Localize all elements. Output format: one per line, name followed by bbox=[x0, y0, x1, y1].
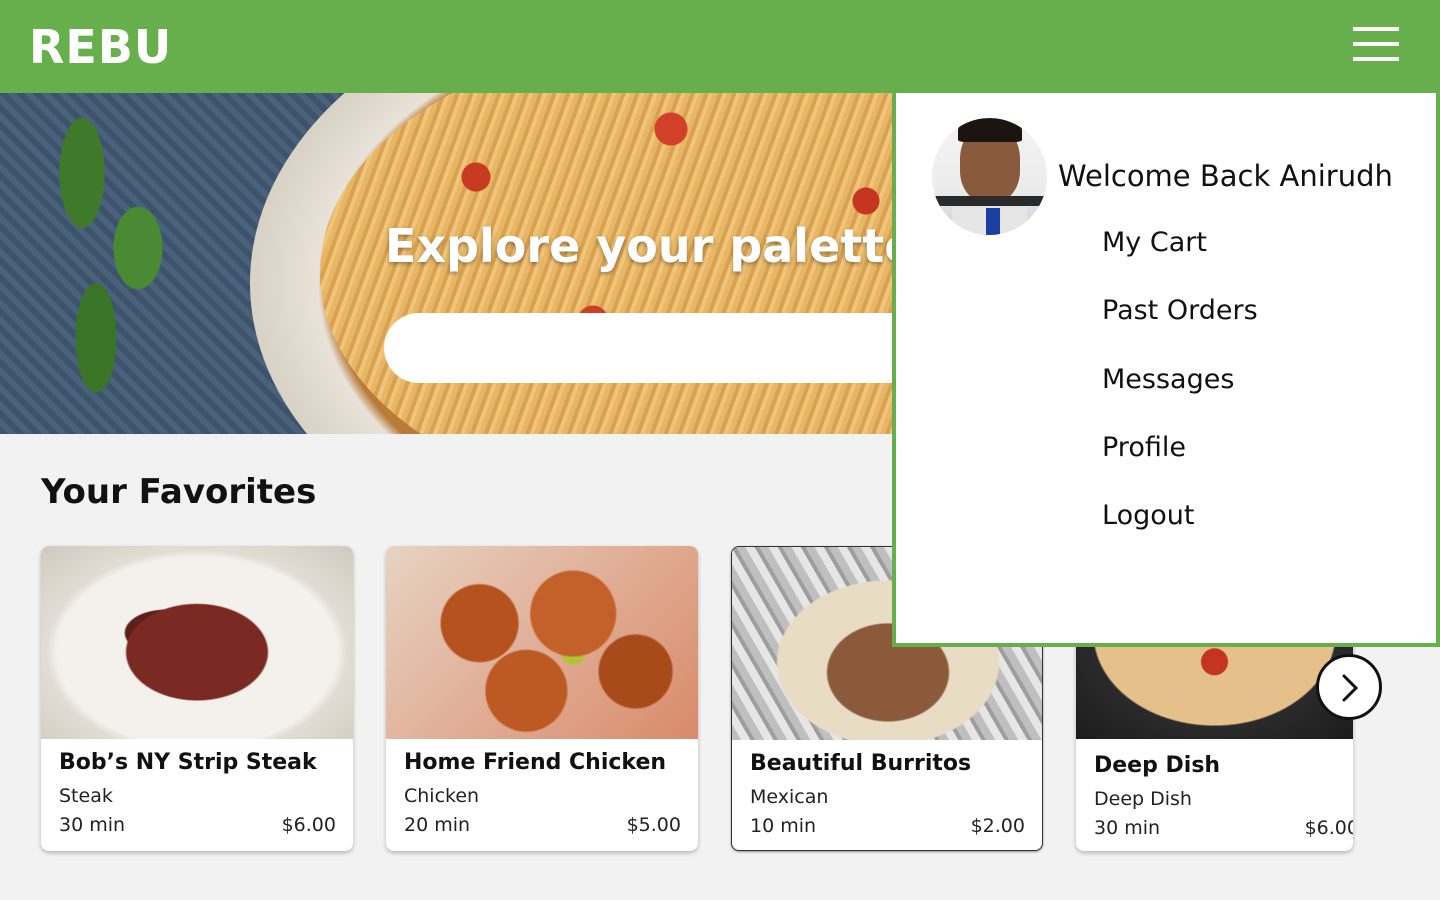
card-category: Chicken bbox=[404, 785, 480, 807]
card-price: $6.00 bbox=[281, 814, 336, 836]
card-name: Beautiful Burritos bbox=[750, 751, 972, 776]
avatar-bar bbox=[932, 196, 1047, 206]
card-price: $6.00 bbox=[1304, 817, 1353, 839]
avatar-hair bbox=[958, 118, 1022, 142]
menu-item-profile[interactable]: Profile bbox=[1102, 432, 1186, 463]
hamburger-line bbox=[1353, 42, 1399, 46]
card-price: $5.00 bbox=[626, 814, 681, 836]
card-time: 10 min bbox=[750, 815, 817, 837]
next-button[interactable] bbox=[1316, 654, 1382, 720]
favorite-card[interactable]: Home Friend Chicken Chicken 20 min $5.00 bbox=[386, 546, 698, 851]
chevron-right-icon bbox=[1342, 674, 1359, 702]
logo[interactable]: REBU bbox=[29, 20, 172, 74]
welcome-text: Welcome Back Anirudh bbox=[1058, 159, 1393, 193]
menu-item-past-orders[interactable]: Past Orders bbox=[1102, 295, 1258, 326]
food-image bbox=[386, 546, 698, 739]
card-name: Bob’s NY Strip Steak bbox=[59, 750, 317, 775]
card-price: $2.00 bbox=[970, 815, 1025, 837]
avatar[interactable] bbox=[932, 118, 1047, 235]
card-category: Mexican bbox=[750, 786, 829, 808]
menu-item-logout[interactable]: Logout bbox=[1102, 500, 1194, 531]
card-name: Home Friend Chicken bbox=[404, 750, 667, 775]
menu-item-messages[interactable]: Messages bbox=[1102, 364, 1234, 395]
user-menu: Welcome Back Anirudh My Cart Past Orders… bbox=[892, 93, 1440, 647]
avatar-tie bbox=[986, 208, 1000, 235]
app-header: REBU bbox=[0, 0, 1440, 93]
hero-image-herb bbox=[40, 113, 180, 413]
menu-item-my-cart[interactable]: My Cart bbox=[1102, 227, 1207, 258]
card-time: 30 min bbox=[59, 814, 126, 836]
food-image bbox=[41, 546, 353, 739]
hero-title: Explore your palette bbox=[385, 219, 916, 273]
hamburger-line bbox=[1353, 27, 1399, 31]
card-name: Deep Dish bbox=[1094, 753, 1221, 778]
card-time: 30 min bbox=[1094, 817, 1161, 839]
card-category: Deep Dish bbox=[1094, 788, 1192, 810]
card-time: 20 min bbox=[404, 814, 471, 836]
hamburger-line bbox=[1353, 57, 1399, 61]
hamburger-icon[interactable] bbox=[1353, 27, 1399, 61]
card-category: Steak bbox=[59, 785, 113, 807]
favorite-card[interactable]: Bob’s NY Strip Steak Steak 30 min $6.00 bbox=[41, 546, 353, 851]
favorites-title: Your Favorites bbox=[41, 472, 317, 512]
